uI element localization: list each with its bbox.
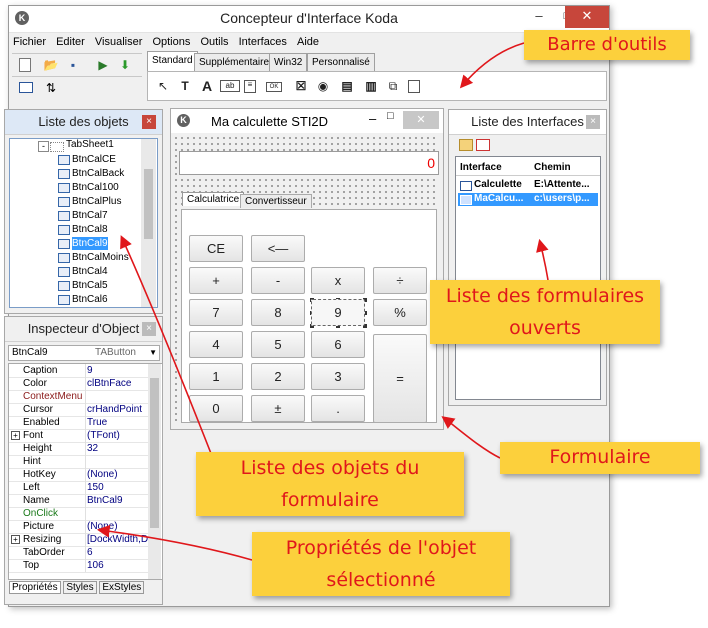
callout-properties: Propriétés de l'objet sélectionné (252, 532, 510, 596)
arrow-toolbar (459, 42, 525, 89)
arrow-open-forms (536, 238, 549, 281)
callout-open-forms: Liste des formulaires ouverts (430, 280, 660, 344)
arrow-properties (96, 524, 253, 561)
callout-form: Formulaire (500, 442, 700, 474)
arrow-object-list (120, 235, 213, 457)
callout-object-list: Liste des objets du formulaire (196, 452, 464, 516)
callout-toolbar: Barre d'outils (524, 30, 690, 60)
